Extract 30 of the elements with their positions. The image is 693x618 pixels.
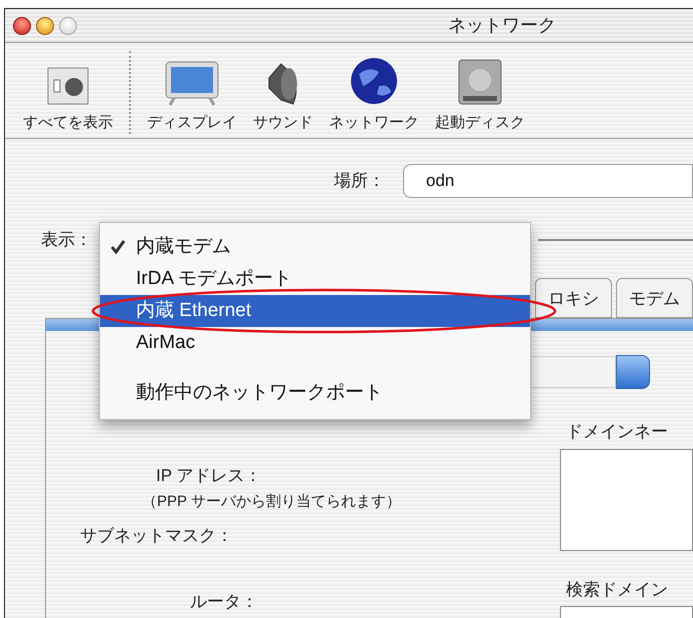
domain-name-field[interactable] [560, 448, 693, 550]
globe-icon [349, 56, 399, 106]
close-button[interactable] [13, 16, 31, 34]
menu-item[interactable]: 内蔵モデム [100, 231, 530, 263]
location-label: 場所： [334, 170, 385, 192]
search-domain-label: 検索ドメイン [566, 578, 669, 600]
minimize-button[interactable] [36, 16, 54, 34]
domain-name-label: ドメインネー [566, 421, 669, 443]
tab[interactable]: モデム [616, 278, 693, 318]
show-label: 表示： [41, 229, 92, 252]
config-popup-arrows[interactable] [616, 355, 650, 389]
tab[interactable]: ロキシ [535, 278, 612, 318]
subnet-mask-label: サブネットマスク： [80, 525, 234, 547]
toolbar-item[interactable]: サウンド [253, 112, 313, 134]
menu-item[interactable]: IrDA モデムポート [100, 263, 530, 295]
location-popup[interactable]: odn [403, 164, 693, 198]
toolbar-item[interactable]: ネットワーク [329, 112, 419, 134]
checkmark-icon [110, 238, 126, 255]
menu-item[interactable]: AirMac [100, 327, 530, 359]
menu-item[interactable]: 動作中のネットワークポート [100, 377, 530, 409]
toolbar-item[interactable]: ディスプレイ [147, 112, 237, 134]
window-title: ネットワーク [448, 14, 556, 37]
router-label: ルータ： [190, 590, 259, 612]
monitor-icon [164, 60, 220, 106]
toolbar-item[interactable]: すべてを表示 [23, 112, 113, 134]
ip-address-label: IP アドレス： [156, 465, 262, 487]
ip-address-note: （PPP サーバから割り当てられます） [142, 492, 402, 512]
menu-item[interactable]: 内蔵 Ethernet [100, 295, 530, 327]
switch-panel-icon [46, 66, 90, 106]
toolbar-item[interactable]: 起動ディスク [435, 112, 525, 134]
